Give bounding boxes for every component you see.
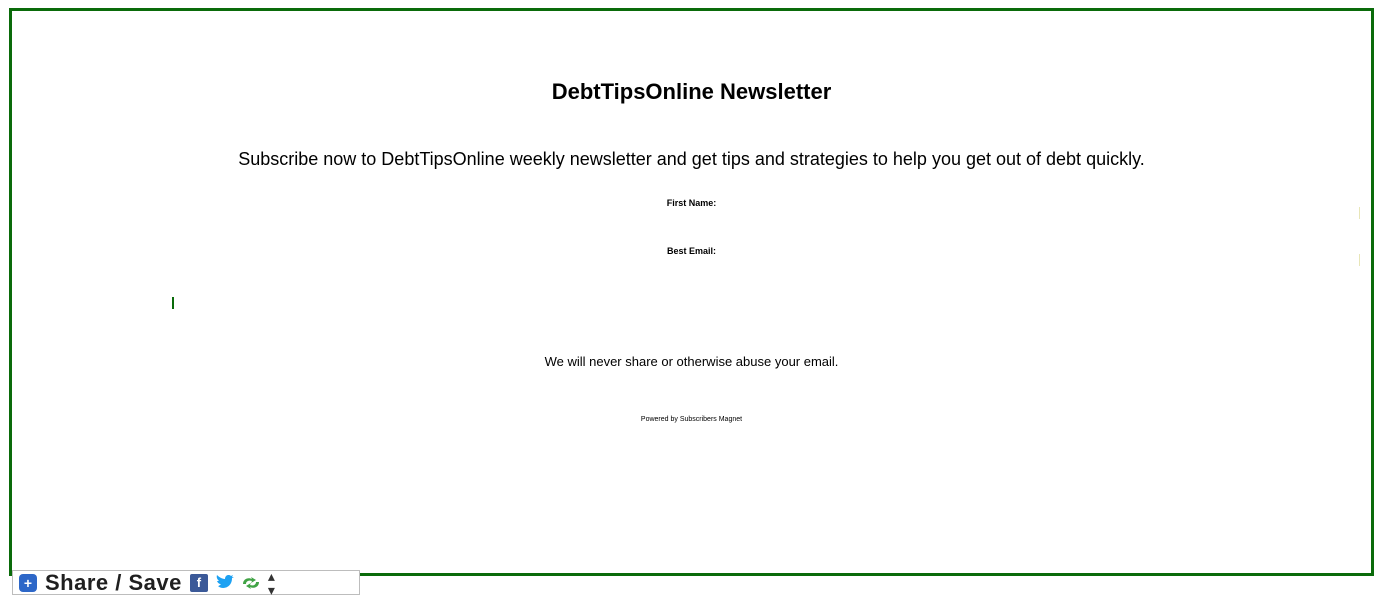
page-title: DebtTipsOnline Newsletter [551, 79, 832, 104]
share-save-bar[interactable]: + Share / Save f ▴ ▾ [12, 569, 360, 597]
privacy-notice: We will never share or otherwise abuse y… [544, 354, 839, 369]
powered-by-link[interactable]: Powered by Subscribers Magnet [12, 416, 1371, 423]
email-field[interactable] [1359, 254, 1360, 266]
twitter-icon[interactable] [216, 574, 234, 591]
share-save-label[interactable]: Share / Save [45, 570, 182, 596]
first-name-field[interactable] [1359, 207, 1360, 219]
email-label: Best Email: [666, 246, 717, 256]
plus-icon: + [19, 573, 37, 592]
share-icon[interactable] [242, 575, 260, 591]
submit-button[interactable] [172, 297, 174, 309]
newsletter-frame: DebtTipsOnline Newsletter Subscribe now … [9, 8, 1374, 576]
first-name-label: First Name: [666, 198, 717, 208]
up-down-icon[interactable]: ▴ ▾ [268, 569, 275, 597]
facebook-icon[interactable]: f [189, 573, 208, 592]
newsletter-description: Subscribe now to DebtTipsOnline weekly n… [238, 149, 1145, 169]
